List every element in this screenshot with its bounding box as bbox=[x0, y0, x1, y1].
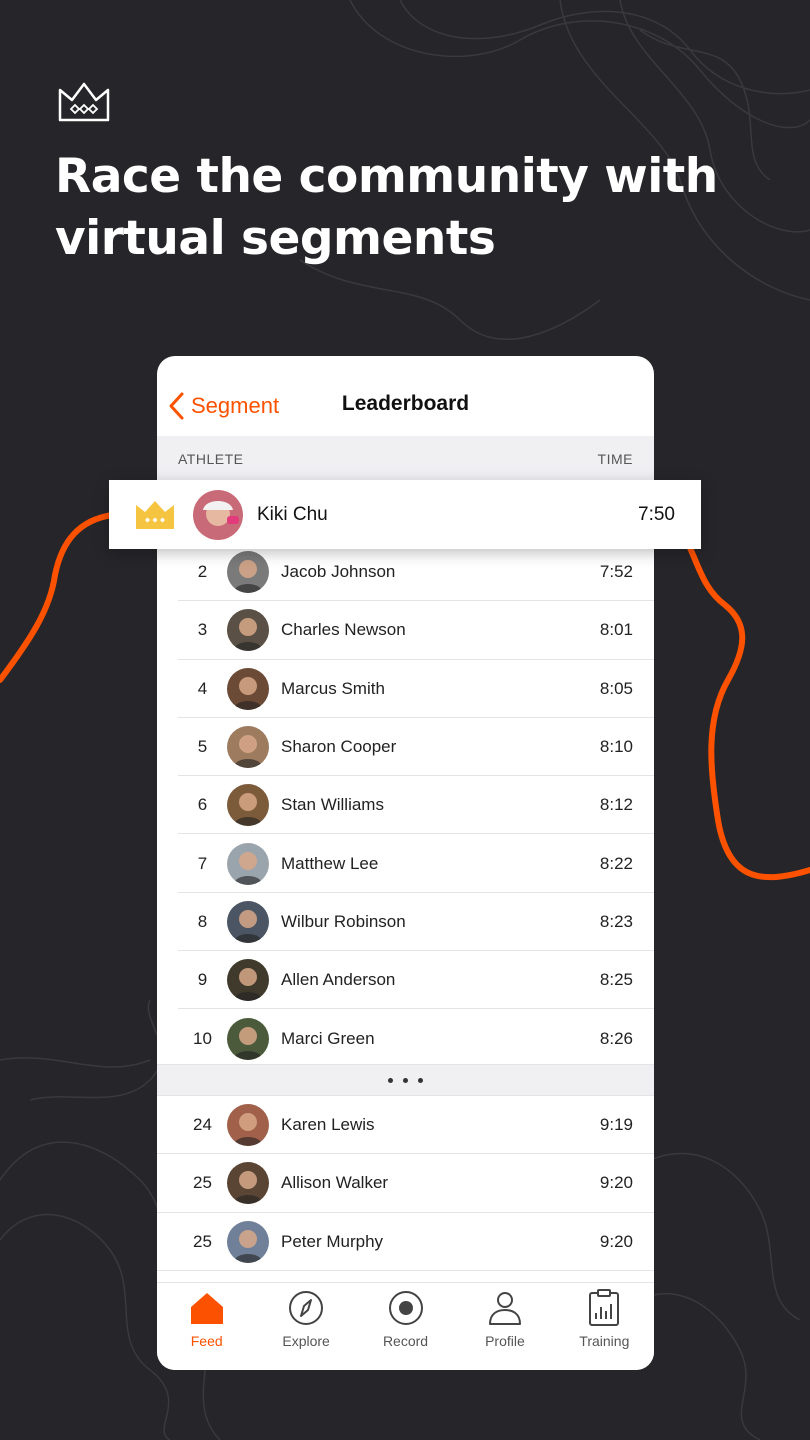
tab-bar: Feed Explore Record Profile Training bbox=[157, 1282, 654, 1370]
table-row[interactable]: 8 Wilbur Robinson 8:23 bbox=[157, 893, 654, 952]
record-icon bbox=[388, 1291, 423, 1325]
tab-label: Record bbox=[382, 1333, 429, 1349]
athlete-time: 9:19 bbox=[599, 1115, 633, 1135]
athlete-column-label: ATHLETE bbox=[178, 451, 244, 467]
tab-record[interactable]: Record bbox=[356, 1283, 455, 1370]
athlete-time: 7:52 bbox=[599, 562, 633, 582]
athlete-time: 8:05 bbox=[599, 678, 633, 698]
person-icon bbox=[488, 1292, 521, 1325]
athlete-name: Wilbur Robinson bbox=[281, 911, 406, 931]
athlete-name: Marcus Smith bbox=[281, 678, 385, 698]
table-row[interactable]: 10 Marci Green 8:26 bbox=[157, 1009, 654, 1068]
avatar bbox=[227, 551, 269, 594]
athlete-time: 8:01 bbox=[599, 620, 633, 640]
table-row[interactable]: 3 Charles Newson 8:01 bbox=[157, 601, 654, 660]
crown-icon bbox=[136, 500, 174, 529]
athlete-name: Peter Murphy bbox=[281, 1231, 384, 1251]
training-icon bbox=[589, 1289, 620, 1326]
athlete-time: 8:10 bbox=[599, 737, 633, 757]
athlete-name: Kiki Chu bbox=[257, 503, 328, 525]
athlete-time: 8:23 bbox=[599, 911, 633, 931]
athlete-time: 8:26 bbox=[599, 1028, 633, 1048]
tab-label: Feed bbox=[190, 1333, 223, 1349]
rank: 25 bbox=[193, 1231, 212, 1251]
rank: 10 bbox=[193, 1028, 212, 1048]
tab-profile[interactable]: Profile bbox=[455, 1283, 554, 1370]
rank: 6 bbox=[197, 795, 208, 815]
athlete-name: Allen Anderson bbox=[281, 970, 396, 990]
table-row[interactable]: 7 Matthew Lee 8:22 bbox=[157, 834, 654, 894]
athlete-time: 9:20 bbox=[599, 1231, 633, 1251]
rank: 25 bbox=[193, 1173, 212, 1193]
table-row[interactable]: 9 Allen Anderson 8:25 bbox=[157, 951, 654, 1010]
tab-explore[interactable]: Explore bbox=[256, 1283, 355, 1370]
avatar bbox=[227, 900, 269, 943]
column-header: ATHLETE TIME bbox=[157, 436, 654, 482]
table-row[interactable]: 4 Marcus Smith 8:05 bbox=[157, 660, 654, 719]
avatar bbox=[227, 1017, 269, 1060]
athlete-name: Allison Walker bbox=[281, 1173, 389, 1193]
athlete-name: Stan Williams bbox=[281, 795, 384, 815]
tab-feed[interactable]: Feed bbox=[157, 1283, 256, 1370]
rank: 3 bbox=[197, 620, 208, 640]
rank: 24 bbox=[193, 1115, 212, 1135]
avatar bbox=[227, 667, 269, 710]
page-title: Leaderboard bbox=[341, 392, 470, 415]
athlete-time: 9:20 bbox=[599, 1173, 633, 1193]
avatar bbox=[227, 1104, 269, 1147]
avatar bbox=[227, 959, 269, 1002]
dot bbox=[418, 1077, 423, 1083]
tab-label: Profile bbox=[485, 1333, 525, 1349]
home-icon bbox=[190, 1293, 223, 1324]
leaderboard-list-lower: 24 Karen Lewis 9:19 25 Allison Walker 9:20 25 P… bbox=[157, 1096, 654, 1272]
athlete-time: 7:50 bbox=[638, 503, 675, 525]
athlete-name: Jacob Johnson bbox=[281, 562, 396, 582]
athlete-name: Matthew Lee bbox=[281, 853, 379, 873]
avatar bbox=[227, 842, 269, 885]
more-separator bbox=[157, 1064, 654, 1096]
rank: 4 bbox=[197, 678, 208, 698]
table-row[interactable]: 25 Peter Murphy 9:20 bbox=[157, 1213, 654, 1272]
athlete-name: Sharon Cooper bbox=[281, 737, 397, 757]
table-row[interactable]: 2 Jacob Johnson 7:52 bbox=[157, 543, 654, 602]
leaderboard-list: 2 Jacob Johnson 7:52 3 Charles Newson 8:01 4 Ma… bbox=[157, 543, 654, 1068]
table-row[interactable]: 24 Karen Lewis 9:19 bbox=[157, 1096, 654, 1155]
tab-label: Explore bbox=[282, 1333, 330, 1349]
athlete-time: 8:12 bbox=[599, 795, 633, 815]
athlete-name: Karen Lewis bbox=[281, 1115, 375, 1135]
dot bbox=[403, 1077, 408, 1083]
compass-icon bbox=[289, 1291, 324, 1325]
athlete-time: 8:22 bbox=[599, 853, 633, 873]
athlete-name: Marci Green bbox=[281, 1028, 375, 1048]
avatar bbox=[227, 1220, 269, 1263]
rank: 7 bbox=[197, 853, 208, 873]
winner-row[interactable]: Kiki Chu 7:50 bbox=[109, 480, 701, 549]
avatar bbox=[227, 1162, 269, 1205]
rank: 9 bbox=[197, 970, 208, 990]
table-row[interactable]: 5 Sharon Cooper 8:10 bbox=[157, 718, 654, 777]
avatar bbox=[227, 726, 269, 769]
headline: Race the community with virtual segments bbox=[55, 149, 718, 266]
rank: 5 bbox=[197, 737, 208, 757]
athlete-time: 8:25 bbox=[599, 970, 633, 990]
athlete-name: Charles Newson bbox=[281, 620, 406, 640]
nav-bar: Segment Leaderboard bbox=[157, 356, 654, 436]
tab-training[interactable]: Training bbox=[555, 1283, 654, 1370]
time-column-label: TIME bbox=[597, 451, 633, 467]
table-row[interactable]: 25 Allison Walker 9:20 bbox=[157, 1154, 654, 1213]
avatar bbox=[227, 609, 269, 652]
table-row[interactable]: 6 Stan Williams 8:12 bbox=[157, 776, 654, 835]
avatar bbox=[193, 489, 243, 540]
rank: 2 bbox=[197, 562, 208, 582]
avatar bbox=[227, 784, 269, 827]
tab-label: Training bbox=[579, 1333, 630, 1349]
dot bbox=[388, 1077, 393, 1083]
rank: 8 bbox=[197, 911, 208, 931]
crown-icon bbox=[58, 82, 110, 122]
